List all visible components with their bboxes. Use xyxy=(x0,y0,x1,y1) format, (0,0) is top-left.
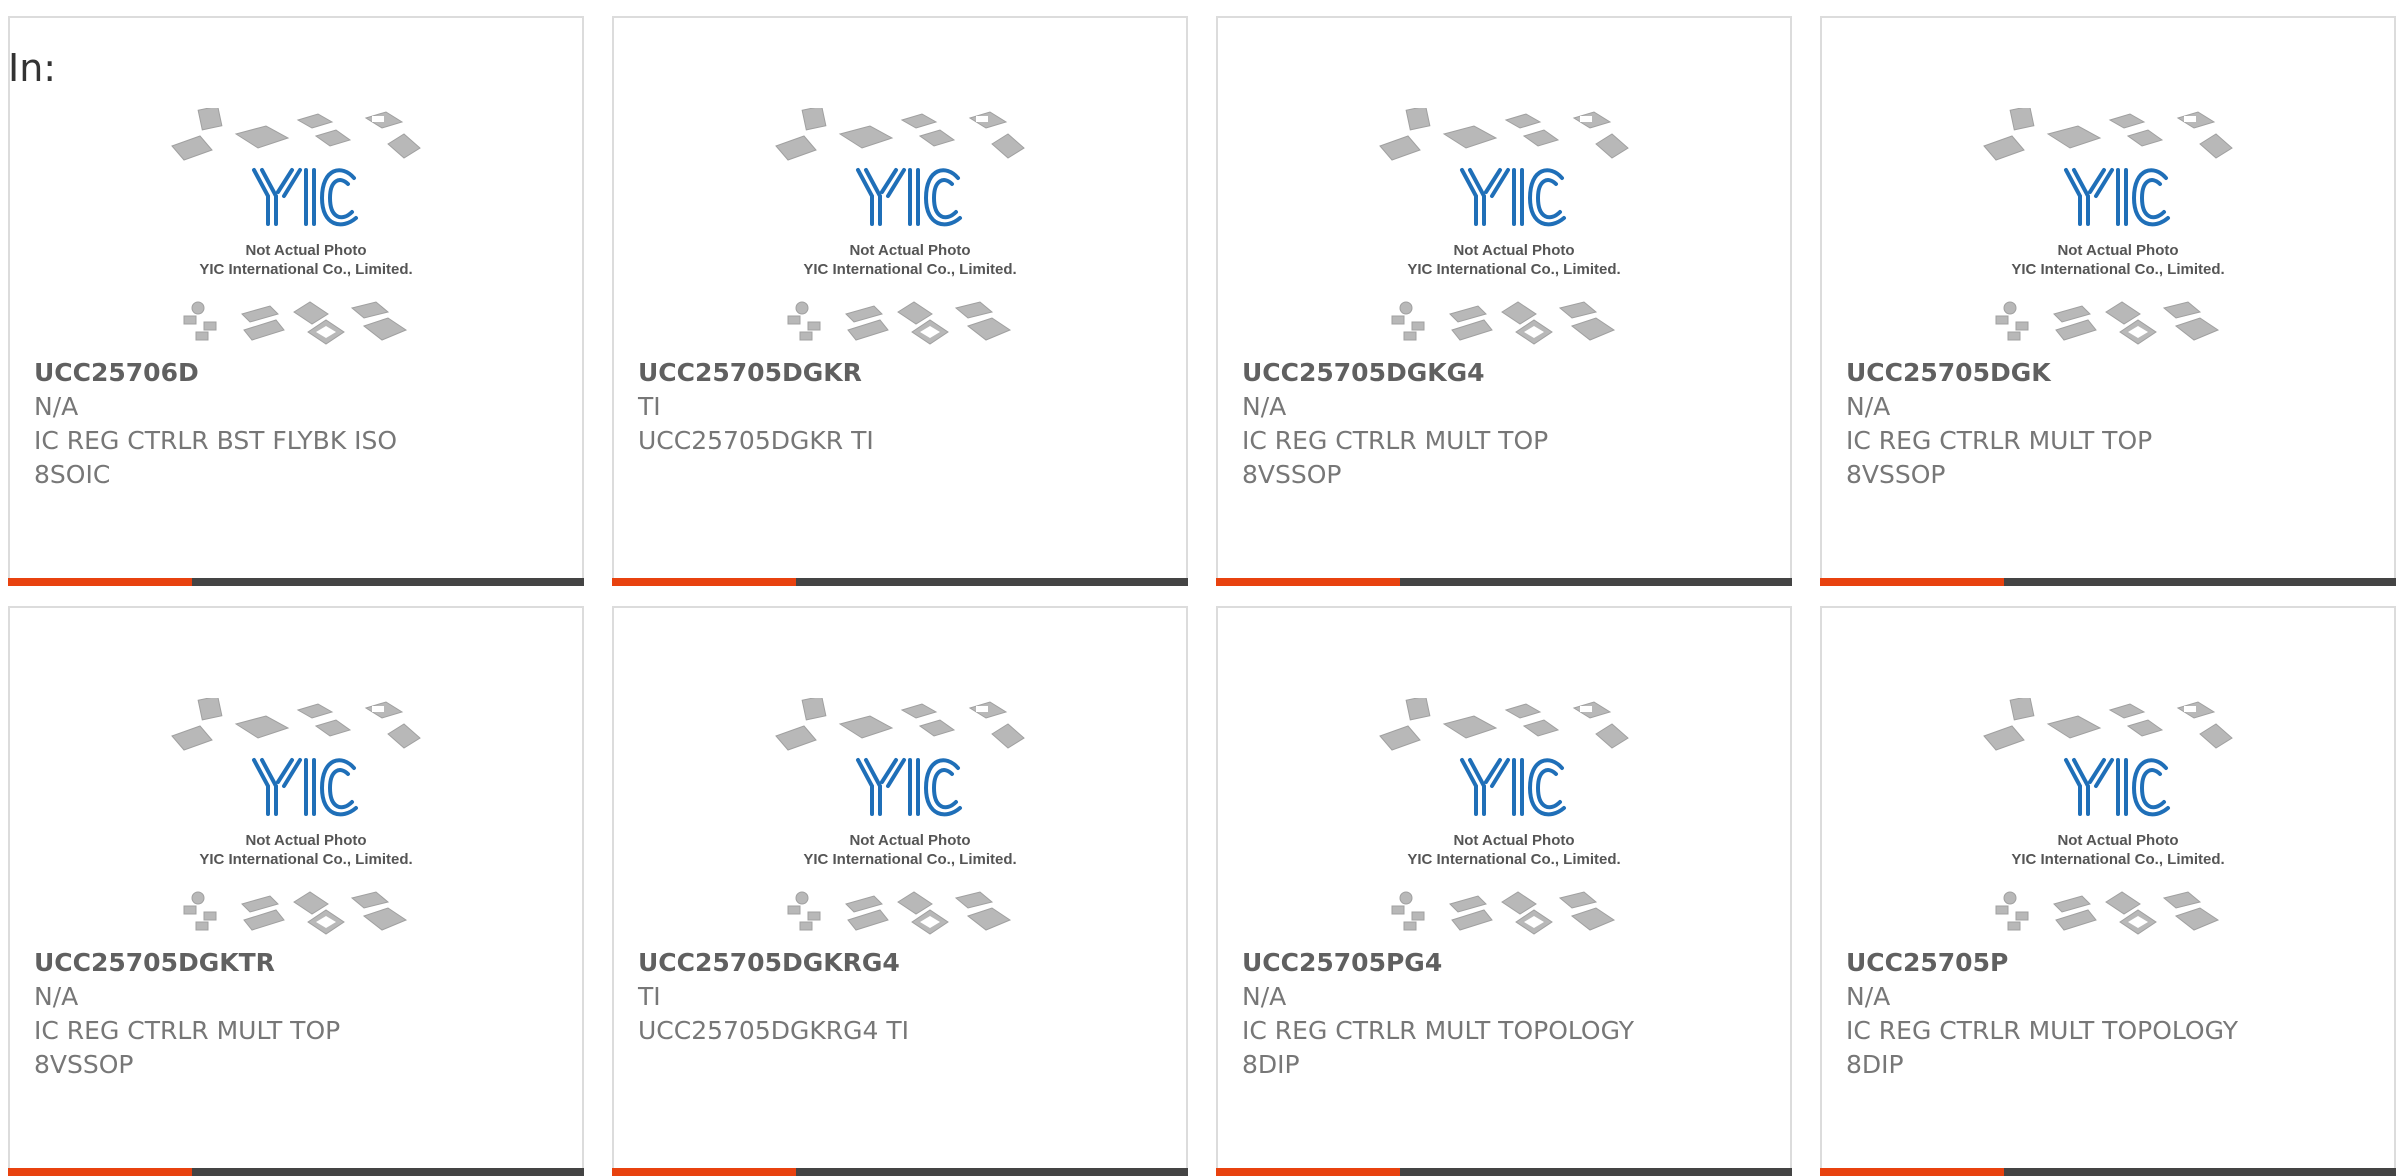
svg-text:Not Actual Photo: Not Actual Photo xyxy=(1453,832,1574,849)
yic-logo-icon xyxy=(1460,168,1566,227)
manufacturer: N/A xyxy=(1242,982,1287,1011)
svg-text:Not Actual Photo: Not Actual Photo xyxy=(849,242,970,259)
svg-text:Not Actual Photo: Not Actual Photo xyxy=(849,832,970,849)
product-grid: Not Actual Photo YIC International Co., … xyxy=(8,16,2400,1176)
part-number-link[interactable]: UCC25705DGKR xyxy=(638,356,1174,390)
yic-logo-icon xyxy=(2064,758,2170,817)
product-meta: UCC25705DGKG4 N/A IC REG CTRLR MULT TOP … xyxy=(1242,356,1778,492)
package: 8VSSOP xyxy=(1242,460,1342,489)
svg-text:YIC International Co., Limited: YIC International Co., Limited. xyxy=(199,851,412,868)
yic-logo-icon xyxy=(856,758,962,817)
svg-text:Not Actual Photo: Not Actual Photo xyxy=(2057,832,2178,849)
svg-text:Not Actual Photo: Not Actual Photo xyxy=(1453,242,1574,259)
description: UCC25705DGKR TI xyxy=(638,426,874,455)
card-accent-bar xyxy=(1216,1168,1792,1176)
product-meta: UCC25706D N/A IC REG CTRLR BST FLYBK ISO… xyxy=(34,356,570,492)
yic-logo-icon xyxy=(252,758,358,817)
product-card[interactable]: Not Actual Photo YIC International Co., … xyxy=(8,16,584,586)
product-card[interactable]: Not Actual Photo YIC International Co., … xyxy=(8,606,584,1176)
description: IC REG CTRLR BST FLYBK ISO xyxy=(34,426,398,455)
svg-text:YIC International Co., Limited: YIC International Co., Limited. xyxy=(803,261,1016,278)
svg-text:YIC International Co., Limited: YIC International Co., Limited. xyxy=(1407,261,1620,278)
product-card[interactable]: Not Actual Photo YIC International Co., … xyxy=(1820,16,2396,586)
product-card[interactable]: Not Actual Photo YIC International Co., … xyxy=(612,606,1188,1176)
svg-text:YIC International Co., Limited: YIC International Co., Limited. xyxy=(2011,851,2224,868)
yic-logo-icon xyxy=(2064,168,2170,227)
svg-text:YIC International Co., Limited: YIC International Co., Limited. xyxy=(2011,261,2224,278)
yic-logo-icon xyxy=(252,168,358,227)
card-accent-bar xyxy=(1216,578,1792,586)
description: IC REG CTRLR MULT TOP xyxy=(1846,426,2153,455)
product-meta: UCC25705DGK N/A IC REG CTRLR MULT TOP 8V… xyxy=(1846,356,2382,492)
product-meta: UCC25705DGKR TI UCC25705DGKR TI xyxy=(638,356,1174,458)
product-meta: UCC25705PG4 N/A IC REG CTRLR MULT TOPOLO… xyxy=(1242,946,1778,1082)
product-placeholder-image: Not Actual Photo YIC International Co., … xyxy=(775,108,1025,345)
card-accent-bar xyxy=(612,578,1188,586)
manufacturer: N/A xyxy=(1846,982,1891,1011)
card-accent-bar xyxy=(1820,578,2396,586)
description: IC REG CTRLR MULT TOPOLOGY xyxy=(1242,1016,1634,1045)
card-accent-bar xyxy=(1820,1168,2396,1176)
card-accent-bar xyxy=(612,1168,1188,1176)
product-card[interactable]: Not Actual Photo YIC International Co., … xyxy=(1216,16,1792,586)
description: IC REG CTRLR MULT TOP xyxy=(34,1016,341,1045)
product-placeholder-image: Not Actual Photo YIC International Co., … xyxy=(1379,108,1629,345)
svg-text:YIC International Co., Limited: YIC International Co., Limited. xyxy=(199,261,412,278)
card-accent-bar xyxy=(8,1168,584,1176)
yic-logo-icon xyxy=(1460,758,1566,817)
svg-text:Not Actual Photo: Not Actual Photo xyxy=(2057,242,2178,259)
manufacturer: TI xyxy=(638,392,661,421)
product-meta: UCC25705DGKTR N/A IC REG CTRLR MULT TOP … xyxy=(34,946,570,1082)
part-number-link[interactable]: UCC25706D xyxy=(34,356,570,390)
svg-text:Not Actual Photo: Not Actual Photo xyxy=(245,832,366,849)
manufacturer: N/A xyxy=(1846,392,1891,421)
description: UCC25705DGKRG4 TI xyxy=(638,1016,909,1045)
part-number-link[interactable]: UCC25705DGKG4 xyxy=(1242,356,1778,390)
product-placeholder-image: Not Actual Photo YIC International Co., … xyxy=(171,698,421,935)
package: 8DIP xyxy=(1846,1050,1904,1079)
manufacturer: TI xyxy=(638,982,661,1011)
product-meta: UCC25705DGKRG4 TI UCC25705DGKRG4 TI xyxy=(638,946,1174,1048)
description: IC REG CTRLR MULT TOP xyxy=(1242,426,1549,455)
manufacturer: N/A xyxy=(34,392,79,421)
manufacturer: N/A xyxy=(34,982,79,1011)
manufacturer: N/A xyxy=(1242,392,1287,421)
product-card[interactable]: Not Actual Photo YIC International Co., … xyxy=(1820,606,2396,1176)
description: IC REG CTRLR MULT TOPOLOGY xyxy=(1846,1016,2238,1045)
part-number-link[interactable]: UCC25705DGK xyxy=(1846,356,2382,390)
part-number-link[interactable]: UCC25705PG4 xyxy=(1242,946,1778,980)
part-number-link[interactable]: UCC25705DGKRG4 xyxy=(638,946,1174,980)
product-meta: UCC25705P N/A IC REG CTRLR MULT TOPOLOGY… xyxy=(1846,946,2382,1082)
part-number-link[interactable]: UCC25705DGKTR xyxy=(34,946,570,980)
product-placeholder-image: Not Actual Photo YIC International Co., … xyxy=(1983,698,2233,935)
product-card[interactable]: Not Actual Photo YIC International Co., … xyxy=(1216,606,1792,1176)
package: 8DIP xyxy=(1242,1050,1300,1079)
yic-logo-icon xyxy=(856,168,962,227)
svg-text:Not Actual Photo: Not Actual Photo xyxy=(245,242,366,259)
part-number-link[interactable]: UCC25705P xyxy=(1846,946,2382,980)
package: 8VSSOP xyxy=(1846,460,1946,489)
product-placeholder-image: Not Actual Photo YIC International Co., … xyxy=(775,698,1025,935)
product-placeholder-image: Not Actual Photo YIC International Co., … xyxy=(1379,698,1629,935)
svg-text:YIC International Co., Limited: YIC International Co., Limited. xyxy=(803,851,1016,868)
product-placeholder-image: Not Actual Photo YIC International Co., … xyxy=(171,108,421,345)
product-placeholder-image: Not Actual Photo YIC International Co., … xyxy=(1983,108,2233,345)
product-card[interactable]: Not Actual Photo YIC International Co., … xyxy=(612,16,1188,586)
package: 8SOIC xyxy=(34,460,111,489)
package: 8VSSOP xyxy=(34,1050,134,1079)
in-label: In: xyxy=(8,46,57,90)
svg-text:YIC International Co., Limited: YIC International Co., Limited. xyxy=(1407,851,1620,868)
card-accent-bar xyxy=(8,578,584,586)
